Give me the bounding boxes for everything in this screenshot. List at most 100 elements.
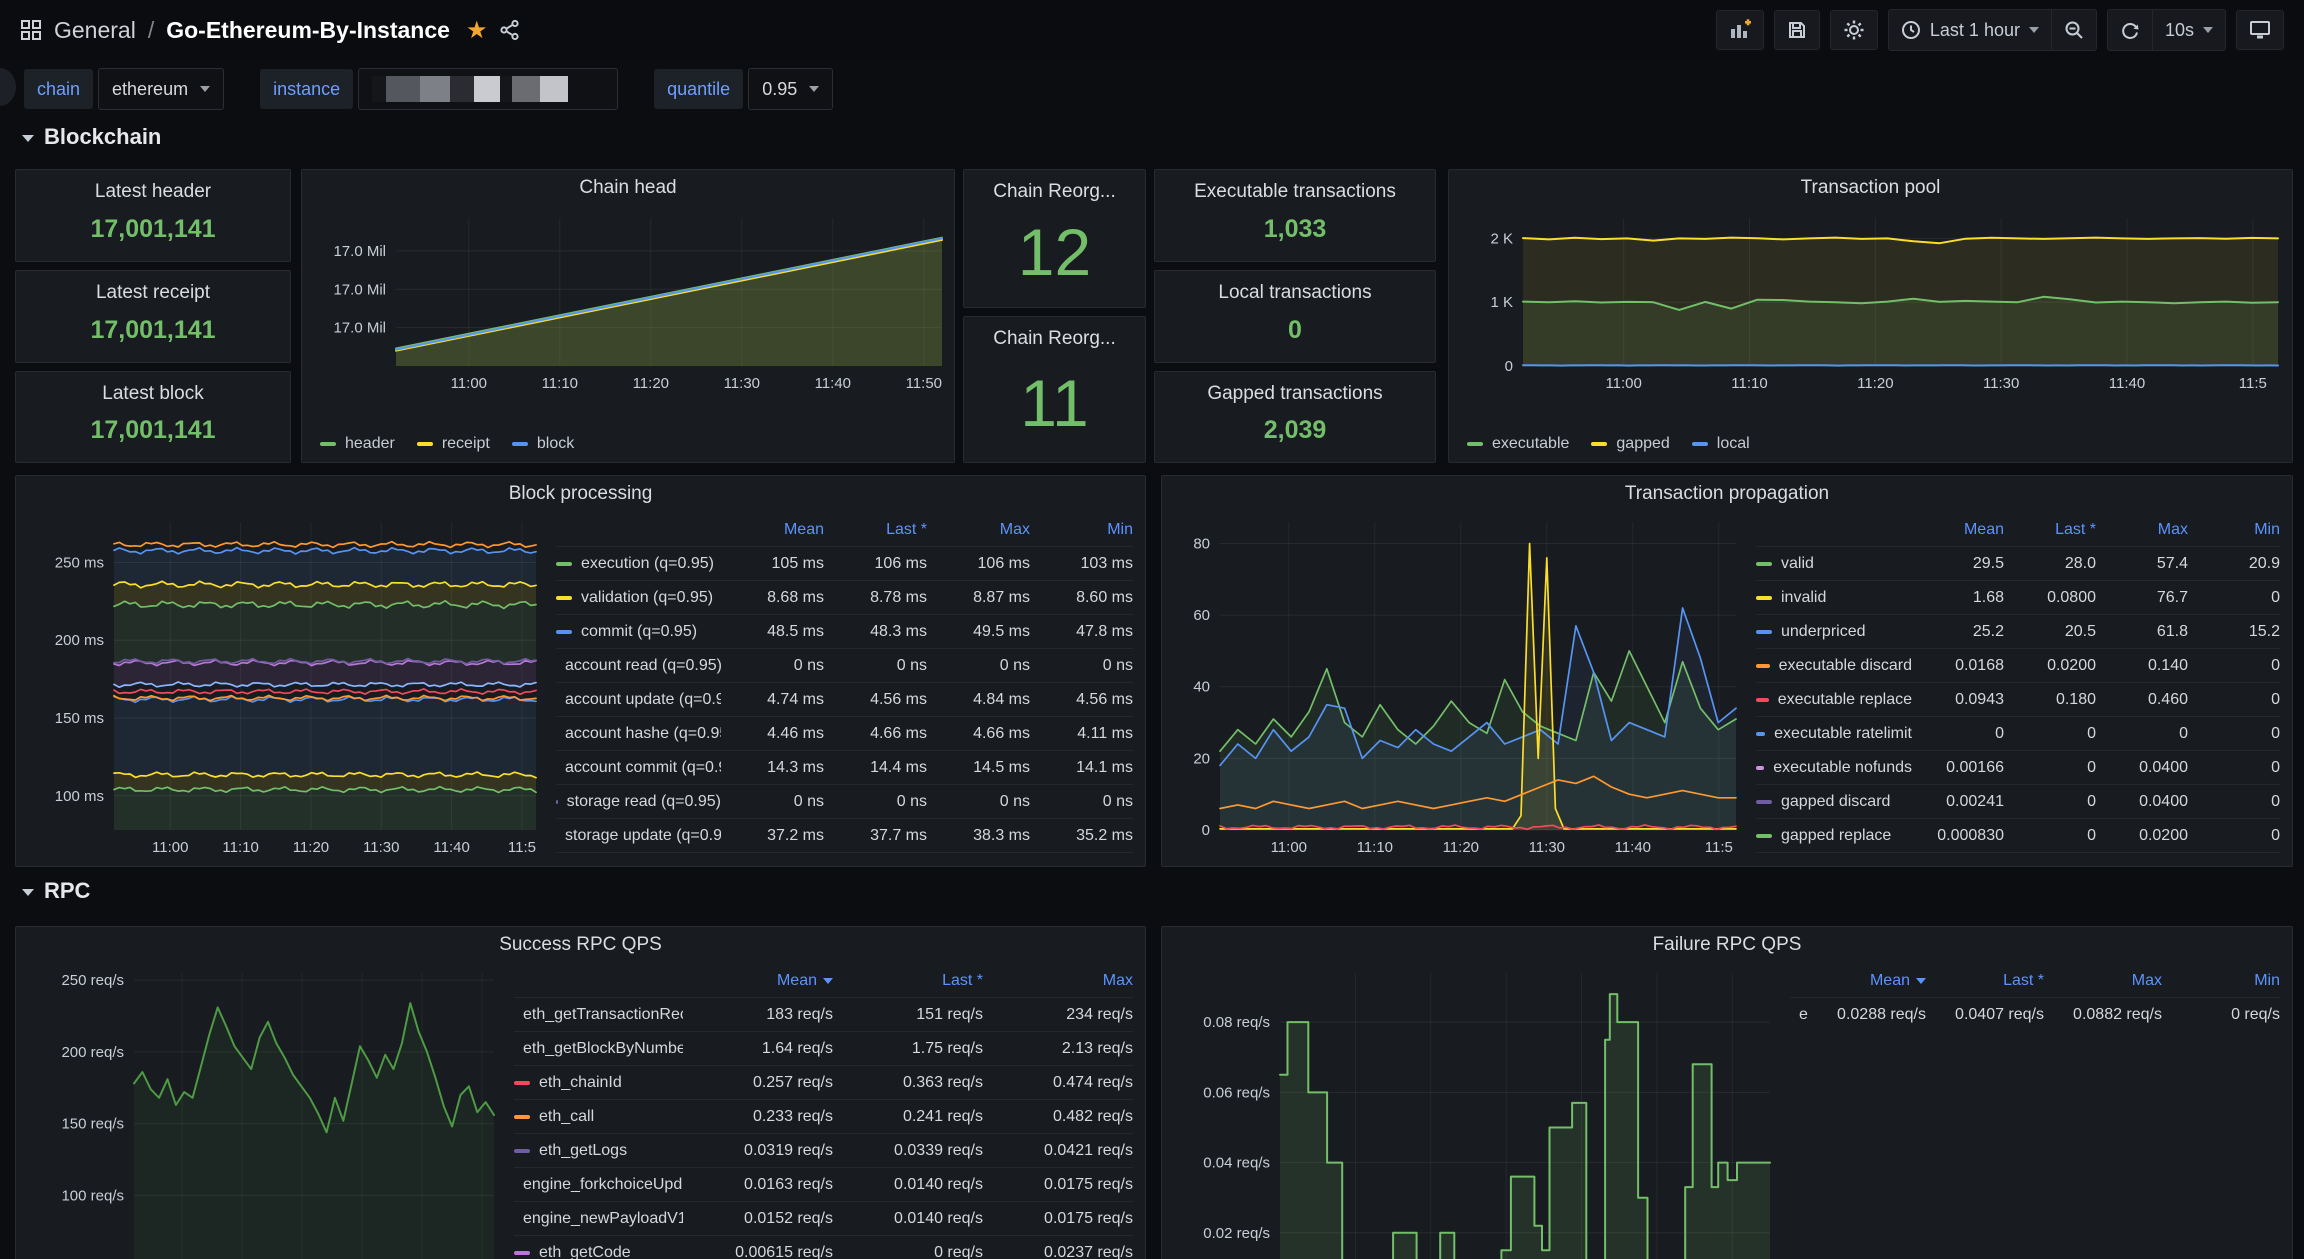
table-column-header[interactable]: Last * bbox=[824, 521, 927, 539]
table-row[interactable]: executable replace0.09430.1800.4600 bbox=[1756, 682, 2280, 716]
legend-item[interactable]: executable bbox=[1467, 435, 1569, 453]
legend-item[interactable]: local bbox=[1692, 435, 1750, 453]
table-column-header[interactable]: Max bbox=[983, 972, 1133, 990]
table-row[interactable]: account commit (q=0.95)14.3 ms14.4 ms14.… bbox=[556, 750, 1133, 784]
table-column-header[interactable]: Last * bbox=[2004, 521, 2096, 539]
table-column-header[interactable]: Last * bbox=[1926, 972, 2044, 990]
table-column-header[interactable]: Min bbox=[2162, 972, 2280, 990]
series-value: 0.0319 req/s bbox=[683, 1142, 833, 1160]
table-column-header[interactable]: Max bbox=[2096, 521, 2188, 539]
table-row[interactable]: engine_forkchoiceUpdatedV10.0163 req/s0.… bbox=[514, 1167, 1133, 1201]
table-row[interactable]: commit (q=0.95)48.5 ms48.3 ms49.5 ms47.8… bbox=[556, 614, 1133, 648]
panel-chain-reorg-executed[interactable]: Chain Reorg... 12 bbox=[963, 169, 1146, 308]
table-column-header[interactable]: Mean bbox=[1808, 972, 1926, 990]
panel-chain-head[interactable]: Chain head 17.0 Mil17.0 Mil17.0 Mil11:00… bbox=[301, 169, 955, 463]
series-name: account update (q=0.95) bbox=[565, 691, 721, 709]
panel-block-processing[interactable]: Block processing 100 ms150 ms200 ms250 m… bbox=[15, 475, 1146, 867]
breadcrumb: General / Go-Ethereum-By-Instance ★ bbox=[20, 16, 521, 45]
panel-chain-reorg-detected[interactable]: Chain Reorg... 11 bbox=[963, 316, 1146, 463]
section-blockchain[interactable]: Blockchain bbox=[22, 124, 161, 150]
stat-value: 12 bbox=[964, 203, 1145, 307]
table-row[interactable]: account hashe (q=0.95)4.46 ms4.66 ms4.66… bbox=[556, 716, 1133, 750]
table-column-header[interactable]: Mean bbox=[721, 521, 824, 539]
table-row[interactable]: storage read (q=0.95)0 ns0 ns0 ns0 ns bbox=[556, 784, 1133, 818]
table-column-header[interactable]: Mean bbox=[683, 972, 833, 990]
dashboard-settings-button[interactable] bbox=[1830, 10, 1878, 50]
apps-grid-icon[interactable] bbox=[20, 19, 42, 41]
tv-mode-button[interactable] bbox=[2236, 10, 2284, 50]
series-name: executable replace bbox=[1778, 691, 1912, 709]
table-row[interactable]: storage hashe (q=0.95)12.9 ms13.0 ms13.0… bbox=[556, 852, 1133, 860]
table-row[interactable]: execution (q=0.95)105 ms106 ms106 ms103 … bbox=[556, 546, 1133, 580]
table-row[interactable]: valid29.528.057.420.9 bbox=[1756, 546, 2280, 580]
breadcrumb-section[interactable]: General bbox=[54, 17, 136, 44]
chain-head-chart[interactable]: 17.0 Mil17.0 Mil17.0 Mil11:0011:1011:201… bbox=[310, 210, 948, 396]
stat-value: 1,033 bbox=[1155, 203, 1435, 261]
table-column-header[interactable]: Max bbox=[2044, 972, 2162, 990]
table-row[interactable]: eth_getBlockByNumber1.64 req/s1.75 req/s… bbox=[514, 1031, 1133, 1065]
table-row[interactable]: account update (q=0.95)4.74 ms4.56 ms4.8… bbox=[556, 682, 1133, 716]
table-row[interactable]: account read (q=0.95)0 ns0 ns0 ns0 ns bbox=[556, 648, 1133, 682]
table-column-header[interactable]: Last * bbox=[833, 972, 983, 990]
panel-local-transactions[interactable]: Local transactions 0 bbox=[1154, 270, 1436, 363]
table-row[interactable]: eth_getLogs0.0319 req/s0.0339 req/s0.042… bbox=[514, 1133, 1133, 1167]
save-dashboard-button[interactable] bbox=[1774, 10, 1820, 50]
variable-instance-select[interactable] bbox=[358, 68, 618, 110]
panel-failure-rpc-qps[interactable]: Failure RPC QPS 0.02 req/s0.04 req/s0.06… bbox=[1161, 926, 2293, 1259]
table-row[interactable]: engine_newPayloadV10.0152 req/s0.0140 re… bbox=[514, 1201, 1133, 1235]
add-panel-button[interactable] bbox=[1716, 10, 1764, 50]
panel-transaction-propagation[interactable]: Transaction propagation 02040608011:0011… bbox=[1161, 475, 2293, 867]
table-row[interactable]: eth_getTransactionReceipt183 req/s151 re… bbox=[514, 997, 1133, 1031]
table-column-header[interactable]: Min bbox=[2188, 521, 2280, 539]
panel-latest-block[interactable]: Latest block 17,001,141 bbox=[15, 371, 291, 463]
favorite-star-icon[interactable]: ★ bbox=[466, 16, 488, 45]
legend-item[interactable]: gapped bbox=[1591, 435, 1669, 453]
table-row[interactable]: storage update (q=0.95)37.2 ms37.7 ms38.… bbox=[556, 818, 1133, 852]
legend-item[interactable]: receipt bbox=[417, 435, 490, 453]
panel-title: Gapped transactions bbox=[1155, 383, 1435, 405]
success-rpc-chart[interactable]: 50 req/s100 req/s150 req/s200 req/s250 r… bbox=[30, 965, 500, 1259]
panel-success-rpc-qps[interactable]: Success RPC QPS 50 req/s100 req/s150 req… bbox=[15, 926, 1146, 1259]
legend-item[interactable]: block bbox=[512, 435, 574, 453]
table-row[interactable]: invalid1.680.080076.70 bbox=[1756, 580, 2280, 614]
legend-label: header bbox=[345, 435, 395, 453]
table-row[interactable]: executable ratelimit0000 bbox=[1756, 716, 2280, 750]
table-column-header[interactable]: Max bbox=[927, 521, 1030, 539]
transaction-pool-chart[interactable]: 01 K2 K11:0011:1011:2011:3011:4011:5 bbox=[1457, 210, 2284, 396]
table-row[interactable]: gapped replace0.00083000.02000 bbox=[1756, 818, 2280, 852]
table-row[interactable]: gapped ratelimit0.25702.200 bbox=[1756, 852, 2280, 860]
legend-item[interactable]: header bbox=[320, 435, 395, 453]
table-column-header[interactable]: Mean bbox=[1912, 521, 2004, 539]
table-column-header[interactable]: Min bbox=[1030, 521, 1133, 539]
panel-gapped-transactions[interactable]: Gapped transactions 2,039 bbox=[1154, 371, 1436, 463]
refresh-button[interactable] bbox=[2108, 10, 2152, 50]
svg-text:11:30: 11:30 bbox=[363, 839, 399, 856]
table-row[interactable]: validation (q=0.95)8.68 ms8.78 ms8.87 ms… bbox=[556, 580, 1133, 614]
section-rpc[interactable]: RPC bbox=[22, 878, 90, 904]
table-row[interactable]: eth_getCode0.00615 req/s0 req/s0.0237 re… bbox=[514, 1235, 1133, 1259]
table-row[interactable]: underpriced25.220.561.815.2 bbox=[1756, 614, 2280, 648]
block-processing-chart[interactable]: 100 ms150 ms200 ms250 ms11:0011:1011:201… bbox=[30, 514, 542, 860]
variable-chain-select[interactable]: ethereum bbox=[98, 68, 224, 110]
panel-executable-transactions[interactable]: Executable transactions 1,033 bbox=[1154, 169, 1436, 262]
redacted-instance-value bbox=[372, 76, 592, 102]
series-value: 0 req/s bbox=[2162, 1006, 2280, 1024]
failure-rpc-chart[interactable]: 0.02 req/s0.04 req/s0.06 req/s0.08 req/s bbox=[1176, 965, 1776, 1259]
transaction-propagation-chart[interactable]: 02040608011:0011:1011:2011:3011:4011:5 bbox=[1176, 514, 1742, 860]
legend-swatch bbox=[1591, 442, 1607, 446]
table-row[interactable]: eth_chainId0.257 req/s0.363 req/s0.474 r… bbox=[514, 1065, 1133, 1099]
variable-quantile-select[interactable]: 0.95 bbox=[748, 68, 833, 110]
table-row[interactable]: executable discard0.01680.02000.1400 bbox=[1756, 648, 2280, 682]
time-range-button[interactable]: Last 1 hour bbox=[1889, 10, 2051, 50]
table-row[interactable]: executable nofunds0.0016600.04000 bbox=[1756, 750, 2280, 784]
table-row[interactable]: eth_call0.0288 req/s0.0407 req/s0.0882 r… bbox=[1790, 997, 2280, 1031]
table-row[interactable]: gapped discard0.0024100.04000 bbox=[1756, 784, 2280, 818]
table-row[interactable]: eth_call0.233 req/s0.241 req/s0.482 req/… bbox=[514, 1099, 1133, 1133]
share-icon[interactable] bbox=[499, 19, 521, 41]
panel-latest-receipt[interactable]: Latest receipt 17,001,141 bbox=[15, 270, 291, 363]
refresh-interval-button[interactable]: 10s bbox=[2152, 10, 2225, 50]
panel-latest-header[interactable]: Latest header 17,001,141 bbox=[15, 169, 291, 262]
dashboard-title[interactable]: Go-Ethereum-By-Instance bbox=[166, 17, 450, 44]
panel-transaction-pool[interactable]: Transaction pool 01 K2 K11:0011:1011:201… bbox=[1448, 169, 2293, 463]
zoom-out-button[interactable] bbox=[2051, 10, 2096, 50]
